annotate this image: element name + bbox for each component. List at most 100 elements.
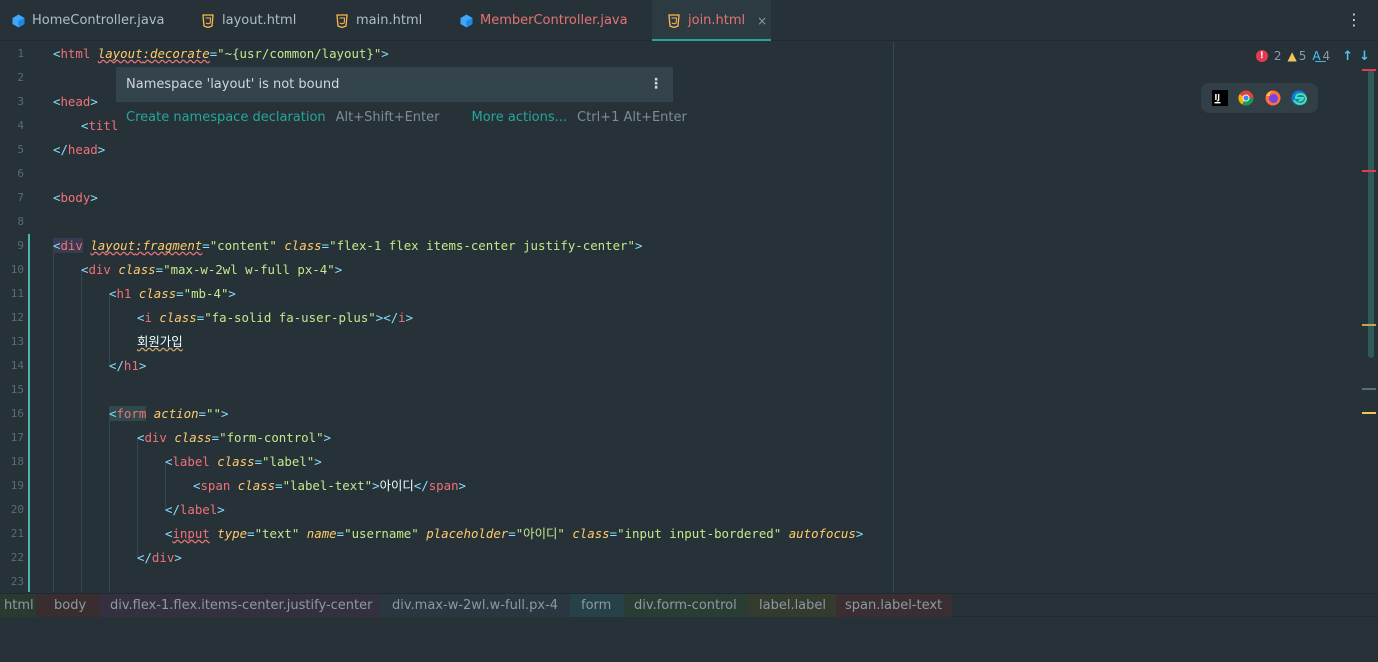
code-token: "label-text"	[282, 478, 373, 493]
error-stripe-marker[interactable]	[1362, 69, 1376, 71]
shortcut-hint: Ctrl+1 Alt+Enter	[577, 109, 687, 125]
breadcrumb-item[interactable]: span.label-text	[836, 594, 952, 617]
line-number: 6	[17, 167, 24, 180]
breadcrumb-item[interactable]: div.flex-1.flex.items-center.justify-cen…	[100, 594, 380, 617]
breadcrumb-item[interactable]: label.label	[748, 594, 836, 617]
warning-stripe-marker[interactable]	[1362, 324, 1376, 326]
vcs-change-marker[interactable]	[28, 234, 30, 592]
warning-stripe-marker[interactable]	[1362, 412, 1376, 414]
code-token: =	[198, 406, 207, 421]
create-namespace-declaration-link[interactable]: Create namespace declaration	[126, 110, 326, 125]
breadcrumb-item[interactable]: body	[36, 594, 100, 617]
java-class-icon	[10, 14, 26, 28]
code-token: form	[116, 406, 147, 421]
indent-guide	[81, 270, 82, 592]
code-token: =	[211, 430, 220, 445]
vertical-scrollbar-thumb[interactable]	[1368, 70, 1374, 358]
breadcrumb-item[interactable]: div.form-control	[624, 594, 748, 617]
code-token: =	[176, 286, 184, 301]
previous-highlight-icon[interactable]: ↑	[1342, 49, 1353, 64]
line-number: 12	[10, 311, 24, 324]
more-tabs-icon[interactable]: ⋮	[1346, 10, 1362, 29]
code-line: <span class="label-text">아이디</span>	[193, 474, 466, 498]
tab-label: MemberController.java	[480, 13, 628, 28]
error-count: 2	[1273, 49, 1282, 63]
indent-guide	[109, 414, 110, 592]
code-token: >	[220, 406, 229, 421]
intellij-icon[interactable]: IJ	[1212, 90, 1229, 106]
line-number: 20	[10, 503, 24, 516]
code-line: <head>	[53, 90, 98, 114]
tab-home-controller[interactable]: HomeController.java	[0, 0, 186, 41]
code-line: </label>	[165, 498, 225, 522]
error-stripe-marker[interactable]	[1362, 170, 1376, 172]
code-token: "content"	[209, 238, 277, 253]
info-stripe-marker[interactable]	[1362, 388, 1376, 390]
code-token: type	[217, 526, 248, 541]
code-token: >	[323, 430, 332, 445]
code-token: =	[155, 262, 164, 277]
code-token: div	[151, 550, 175, 565]
line-number: 8	[17, 215, 24, 228]
more-actions-link[interactable]: More actions...	[472, 110, 568, 125]
shortcut-hint: Alt+Shift+Enter	[335, 109, 440, 125]
line-number: 9	[17, 239, 24, 252]
code-line: <div class="max-w-2wl w-full px-4">	[81, 258, 342, 282]
inspection-widget[interactable]: ! 2 ▲ 5 A͟ 4 ↑ ↓	[1255, 47, 1370, 65]
tab-join-html[interactable]: join.html ×	[652, 0, 771, 41]
line-number: 11	[10, 287, 24, 300]
tab-label: HomeController.java	[32, 13, 165, 28]
line-number: 15	[10, 383, 24, 396]
code-token: >	[381, 46, 389, 61]
chrome-icon[interactable]	[1238, 90, 1254, 106]
error-tooltip: Namespace 'layout' is not bound ⋮	[116, 67, 673, 102]
code-token: "flex-1 flex items-center justify-center…	[329, 238, 635, 253]
code-token: </	[413, 478, 429, 493]
edge-icon[interactable]	[1291, 90, 1307, 106]
line-number: 2	[17, 71, 24, 84]
more-options-icon[interactable]: ⋮	[649, 76, 663, 92]
code-token: >	[228, 286, 236, 301]
code-token: "label"	[262, 454, 315, 469]
code-line: <h1 class="mb-4">	[109, 282, 236, 306]
quick-fix-actions: Create namespace declaration Alt+Shift+E…	[126, 107, 687, 127]
breadcrumb-item[interactable]: form	[570, 594, 624, 617]
tab-main-html[interactable]: main.html	[320, 0, 444, 41]
code-token: label	[172, 454, 210, 469]
code-line: </head>	[53, 138, 105, 162]
code-token: div	[60, 238, 83, 253]
code-token: autofocus	[788, 526, 856, 541]
code-token: 아이디	[379, 478, 414, 493]
breadcrumb-item[interactable]: div.max-w-2wl.w-full.px-4	[380, 594, 570, 617]
line-number: 17	[10, 431, 24, 444]
code-token: div	[144, 430, 167, 445]
code-token: :	[142, 46, 151, 61]
tab-member-controller[interactable]: MemberController.java	[444, 0, 652, 41]
code-token: >	[314, 454, 322, 469]
code-token: "~{usr/common/layout}"	[217, 46, 382, 61]
code-token: class	[118, 262, 156, 277]
code-token: "mb-4"	[183, 286, 229, 301]
code-token: =	[609, 526, 618, 541]
next-highlight-icon[interactable]: ↓	[1359, 49, 1370, 64]
close-icon[interactable]: ×	[757, 14, 767, 28]
code-token: "form-control"	[219, 430, 324, 445]
code-token: 회원가입	[137, 334, 183, 349]
code-token: >	[90, 94, 98, 109]
code-line: <input type="text" name="username" place…	[165, 522, 863, 546]
line-number: 23	[10, 575, 24, 588]
code-token: =	[336, 526, 345, 541]
code-token: head	[67, 142, 98, 157]
code-token: >	[174, 550, 182, 565]
code-token: >	[458, 478, 466, 493]
breadcrumb-item[interactable]: html	[0, 594, 36, 617]
code-token: "아이디"	[515, 526, 565, 541]
code-token: >	[97, 142, 106, 157]
editor-tab-bar: HomeController.java layout.html main.htm…	[0, 0, 1378, 41]
code-token: "fa-solid fa-user-plus"	[204, 310, 376, 325]
firefox-icon[interactable]	[1265, 90, 1281, 106]
html-file-icon	[666, 13, 682, 28]
tab-layout-html[interactable]: layout.html	[186, 0, 320, 41]
line-number: 7	[17, 191, 24, 204]
editor-bottom-area	[0, 617, 1378, 662]
